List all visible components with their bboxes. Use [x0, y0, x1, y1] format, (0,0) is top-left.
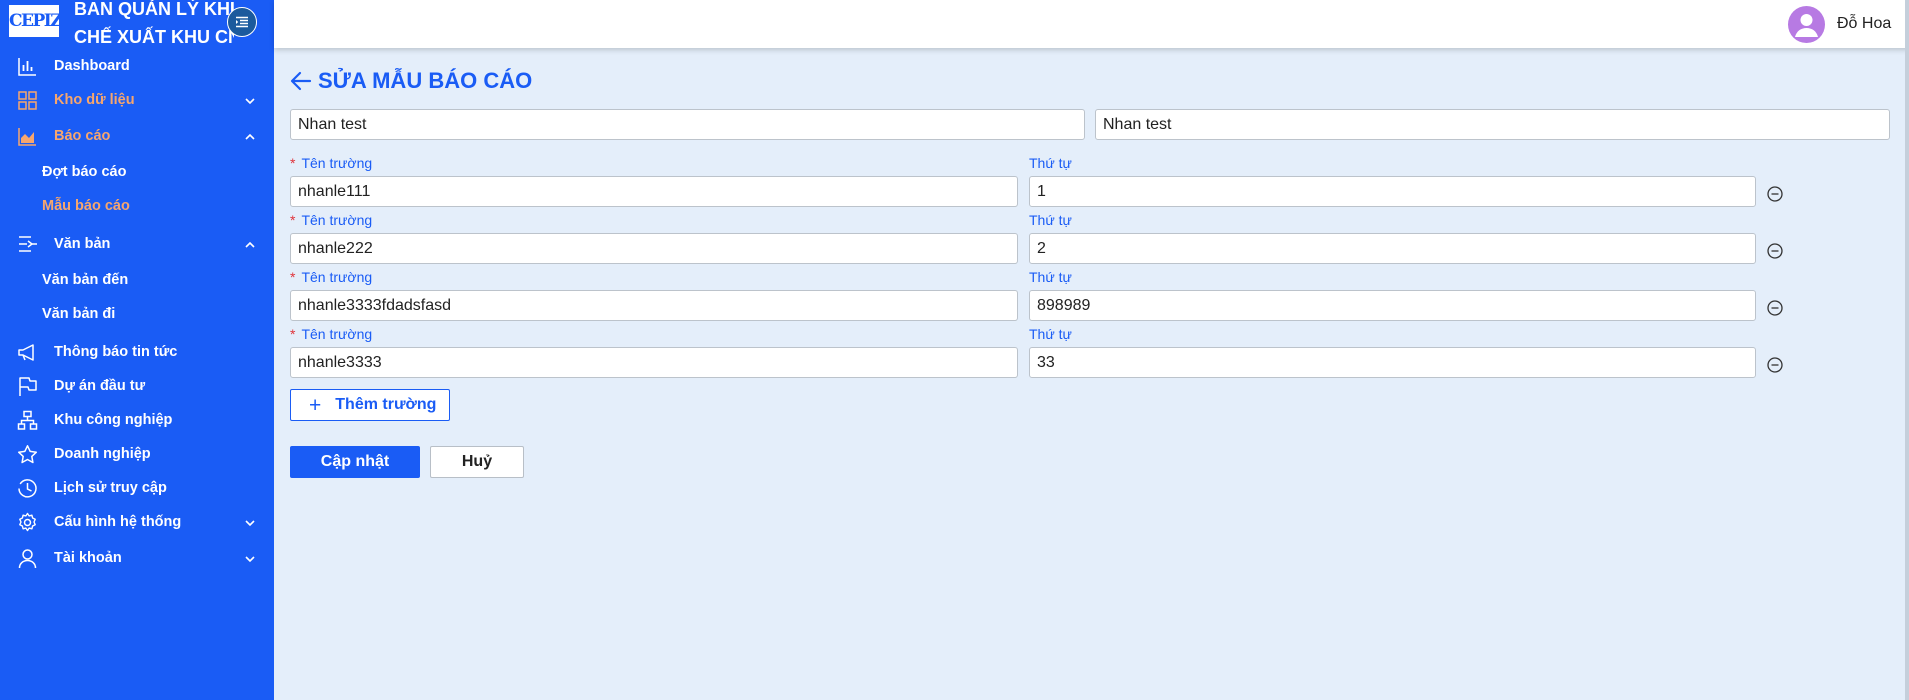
field-name-label-text: Tên trường — [301, 269, 373, 285]
chevron-down-icon — [245, 556, 255, 563]
field-name-input[interactable] — [290, 233, 1018, 264]
sidebar-item-label: Cấu hình hệ thống — [54, 514, 182, 530]
required-marker: * — [290, 155, 296, 171]
remove-field-icon[interactable] — [1766, 242, 1784, 260]
order-input[interactable] — [1029, 176, 1756, 207]
flag-icon — [19, 377, 37, 396]
update-button[interactable]: Cập nhật — [290, 446, 420, 478]
add-field-button[interactable]: + Thêm trường — [290, 389, 450, 421]
sidebar-item-thong-bao-tin-tuc[interactable]: Thông báo tin tức — [0, 337, 274, 367]
cancel-button[interactable]: Huỷ — [430, 446, 524, 478]
sidebar-item-van-ban[interactable]: Văn bản — [0, 229, 274, 259]
report-code-input[interactable] — [1095, 109, 1890, 140]
sidebar-subitem-dot-bao-cao[interactable]: Đợt báo cáo — [0, 158, 274, 186]
sidebar-item-label: Doanh nghiệp — [54, 446, 151, 462]
chevron-down-icon — [245, 520, 255, 527]
remove-field-icon[interactable] — [1766, 299, 1784, 317]
username[interactable]: Đỗ Hoa — [1837, 15, 1891, 33]
sidebar-item-cau-hinh-he-thong[interactable]: Cấu hình hệ thống — [0, 507, 274, 537]
sidebar-item-khu-cong-nghiep[interactable]: Khu công nghiệp — [0, 405, 274, 435]
star-icon — [17, 445, 38, 464]
sidebar-item-doanh-nghiep[interactable]: Doanh nghiệp — [0, 439, 274, 469]
megaphone-icon — [18, 344, 34, 361]
top-header — [274, 0, 1909, 48]
order-label: Thứ tự — [1029, 155, 1072, 171]
bar-chart-icon — [18, 58, 36, 76]
sidebar-item-label: Báo cáo — [54, 128, 111, 144]
sidebar-item-bao-cao[interactable]: Báo cáo — [0, 121, 274, 151]
sidebar-item-label: Thông báo tin tức — [54, 344, 178, 360]
sidebar-item-du-an-dau-tu[interactable]: Dự án đầu tư — [0, 371, 274, 401]
sidebar-item-label: Dashboard — [54, 58, 130, 74]
order-label: Thứ tự — [1029, 269, 1072, 285]
brand-line-2: CHẾ XUẤT KHU CN — [74, 27, 234, 47]
chevron-up-icon — [245, 133, 255, 140]
sidebar-toggle-button[interactable] — [227, 7, 257, 37]
plus-icon: + — [309, 393, 322, 417]
required-marker: * — [290, 326, 296, 342]
required-marker: * — [290, 212, 296, 228]
order-label: Thứ tự — [1029, 326, 1072, 342]
order-input[interactable] — [1029, 290, 1756, 321]
field-name-label-text: Tên trường — [301, 326, 373, 342]
gear-icon — [19, 512, 36, 532]
order-input[interactable] — [1029, 233, 1756, 264]
sidebar-item-label: Khu công nghiệp — [54, 412, 173, 428]
field-name-label-text: Tên trường — [301, 155, 373, 171]
field-name-label: * Tên trường — [290, 155, 372, 171]
sidebar-item-label: Tài khoản — [54, 550, 122, 566]
sidebar-item-lich-su-truy-cap[interactable]: Lịch sử truy cập — [0, 473, 274, 503]
brand-line-1: BAN QUẢN LÝ KHU — [74, 0, 234, 19]
chevron-down-icon — [245, 98, 255, 105]
cluster-icon — [17, 410, 38, 430]
area-chart-icon — [18, 128, 36, 146]
clock-icon — [18, 479, 37, 498]
order-input[interactable] — [1029, 347, 1756, 378]
sidebar-subitem-van-ban-den[interactable]: Văn bản đến — [0, 266, 274, 294]
sidebar-item-dashboard[interactable]: Dashboard — [0, 51, 274, 81]
sidebar-item-label: Dự án đầu tư — [54, 378, 146, 394]
field-name-input[interactable] — [290, 347, 1018, 378]
page-header: SỬA MẪU BÁO CÁO — [290, 66, 532, 96]
sidebar-item-label: Văn bản — [54, 236, 111, 252]
sidebar-subitem-label: Văn bản đi — [42, 306, 116, 322]
document-export-icon — [19, 236, 37, 252]
brand: CEPIZA BAN QUẢN LÝ KHU CHẾ XUẤT KHU CN — [0, 0, 274, 48]
field-name-label-text: Tên trường — [301, 212, 373, 228]
field-name-label: * Tên trường — [290, 326, 372, 342]
user-avatar-icon — [1795, 14, 1818, 37]
remove-field-icon[interactable] — [1766, 185, 1784, 203]
field-name-label: * Tên trường — [290, 269, 372, 285]
sidebar-subitem-van-ban-di[interactable]: Văn bản đi — [0, 300, 274, 328]
sidebar-item-label: Lịch sử truy cập — [54, 480, 167, 496]
field-name-label: * Tên trường — [290, 212, 372, 228]
required-marker: * — [290, 269, 296, 285]
page-title: SỬA MẪU BÁO CÁO — [318, 68, 533, 93]
user-icon — [18, 549, 37, 569]
sidebar-item-tai-khoan[interactable]: Tài khoản — [0, 543, 274, 573]
sidebar-item-kho-du-lieu[interactable]: Kho dữ liệu — [0, 85, 274, 115]
sidebar-subitem-label: Văn bản đến — [42, 272, 129, 288]
brand-title: BAN QUẢN LÝ KHU CHẾ XUẤT KHU CN — [74, 0, 234, 51]
order-label: Thứ tự — [1029, 212, 1072, 228]
grid-icon — [18, 91, 37, 110]
sidebar-item-label: Kho dữ liệu — [54, 92, 135, 108]
sidebar: CEPIZA BAN QUẢN LÝ KHU CHẾ XUẤT KHU CN D… — [0, 0, 274, 700]
logo: CEPIZA — [9, 5, 59, 37]
menu-fold-icon — [236, 16, 248, 28]
remove-field-icon[interactable] — [1766, 356, 1784, 374]
sidebar-subitem-label: Đợt báo cáo — [42, 164, 127, 180]
field-name-input[interactable] — [290, 290, 1018, 321]
back-arrow-icon[interactable] — [290, 70, 312, 92]
sidebar-subitem-label: Mẫu báo cáo — [42, 198, 130, 214]
report-name-input[interactable] — [290, 109, 1085, 140]
chevron-up-icon — [245, 241, 255, 248]
scrollbar[interactable] — [1905, 0, 1909, 700]
avatar[interactable] — [1788, 6, 1825, 43]
sidebar-subitem-mau-bao-cao[interactable]: Mẫu báo cáo — [0, 192, 274, 220]
field-name-input[interactable] — [290, 176, 1018, 207]
add-field-label: Thêm trường — [335, 396, 437, 413]
